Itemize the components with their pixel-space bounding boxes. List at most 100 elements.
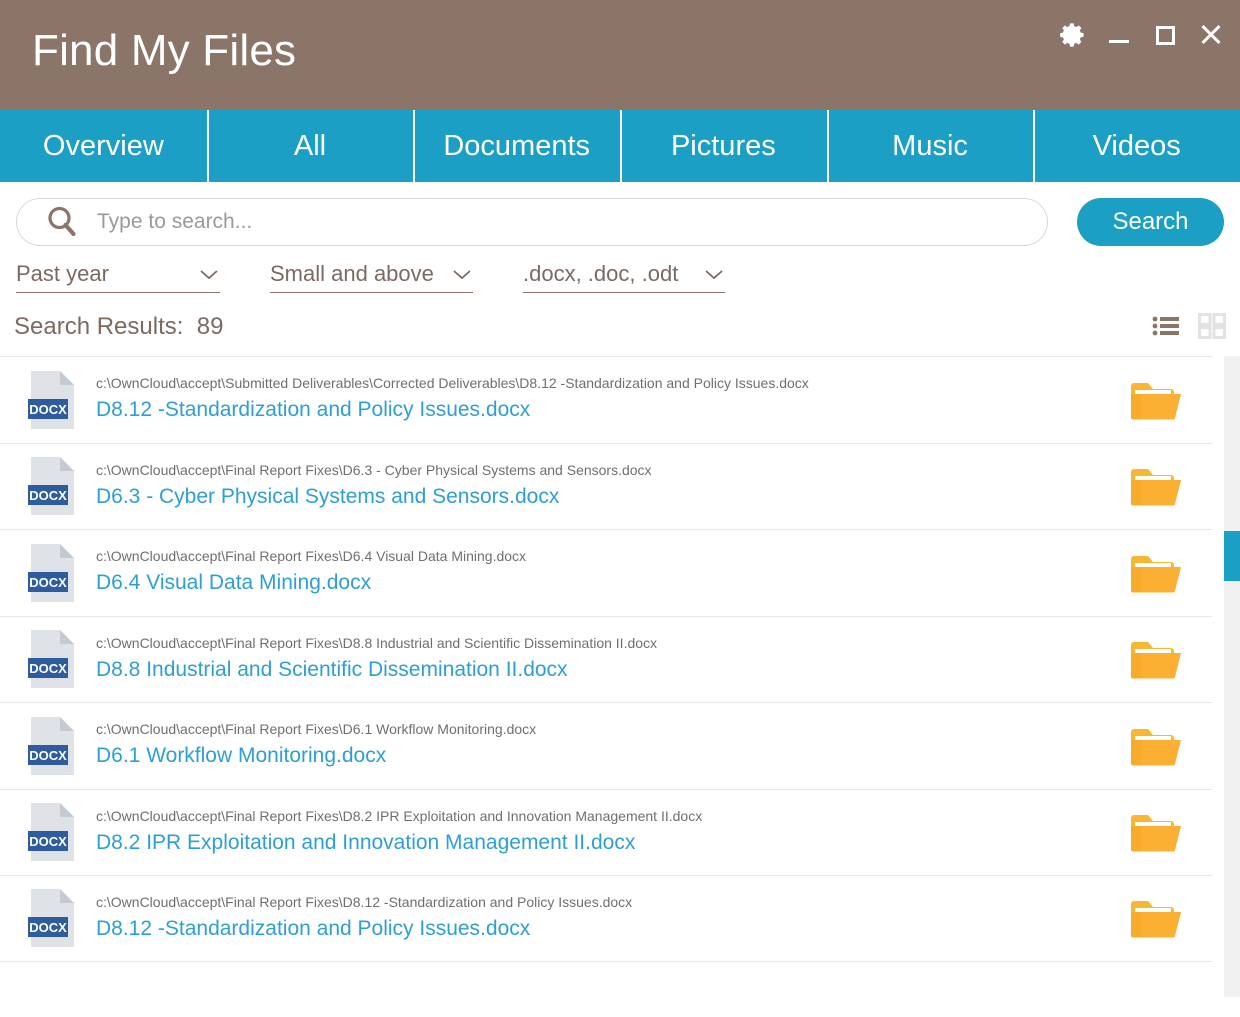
folder-icon <box>1131 901 1181 938</box>
scrollbar-track[interactable] <box>1224 356 1240 997</box>
open-folder-button[interactable] <box>1129 464 1183 508</box>
results-count: Search Results: 89 <box>14 313 223 341</box>
docx-file-icon: DOCX <box>28 716 74 775</box>
svg-text:DOCX: DOCX <box>29 575 67 590</box>
open-folder-button[interactable] <box>1129 378 1183 422</box>
table-row[interactable]: DOCX c:\OwnCloud\accept\Final Report Fix… <box>0 615 1212 702</box>
tab-all[interactable]: All <box>206 110 414 182</box>
size-filter-value: Small and above <box>270 261 434 286</box>
tab-music[interactable]: Music <box>826 110 1034 182</box>
docx-file-icon: DOCX <box>28 889 74 948</box>
open-folder-cell <box>1116 378 1196 422</box>
tab-label: Videos <box>1092 129 1181 162</box>
file-name-link[interactable]: D6.4 Visual Data Mining.docx <box>96 568 1116 598</box>
docx-file-icon: DOCX <box>28 457 74 516</box>
file-name-link[interactable]: D6.1 Workflow Monitoring.docx <box>96 741 1116 771</box>
file-type-icon: DOCX <box>14 887 90 949</box>
file-info: c:\OwnCloud\accept\Final Report Fixes\D8… <box>90 807 1116 858</box>
scrollbar-thumb[interactable] <box>1224 531 1240 581</box>
file-info: c:\OwnCloud\accept\Final Report Fixes\D8… <box>90 634 1116 685</box>
minimize-icon <box>1109 39 1129 43</box>
file-name-link[interactable]: D6.3 - Cyber Physical Systems and Sensor… <box>96 482 1116 512</box>
folder-icon <box>1131 642 1181 679</box>
file-path: c:\OwnCloud\accept\Final Report Fixes\D6… <box>96 721 537 738</box>
svg-text:DOCX: DOCX <box>29 488 67 503</box>
open-folder-cell <box>1116 896 1196 940</box>
chevron-down-icon <box>705 270 723 280</box>
tab-overview[interactable]: Overview <box>0 110 207 182</box>
table-row[interactable]: DOCX c:\OwnCloud\accept\Final Report Fix… <box>0 442 1212 529</box>
docx-file-icon: DOCX <box>28 630 74 689</box>
search-button[interactable]: Search <box>1077 198 1224 246</box>
tab-label: Overview <box>42 129 164 162</box>
table-row[interactable]: DOCX c:\OwnCloud\accept\Final Report Fix… <box>0 702 1212 789</box>
list-icon <box>1152 316 1179 336</box>
open-folder-button[interactable] <box>1129 551 1183 595</box>
file-name-link[interactable]: D8.12 -Standardization and Policy Issues… <box>96 914 1116 944</box>
file-name-link[interactable]: D8.2 IPR Exploitation and Innovation Man… <box>96 828 1116 858</box>
file-name-link[interactable]: D8.12 -Standardization and Policy Issues… <box>96 395 1116 425</box>
tab-label: Documents <box>443 129 591 162</box>
file-info: c:\OwnCloud\accept\Final Report Fixes\D6… <box>90 720 1116 771</box>
svg-text:DOCX: DOCX <box>29 834 67 849</box>
search-input[interactable] <box>97 210 1047 234</box>
file-path: c:\OwnCloud\accept\Final Report Fixes\D8… <box>96 634 658 651</box>
results-list: DOCX c:\OwnCloud\accept\Submitted Delive… <box>0 356 1212 962</box>
table-row[interactable]: DOCX c:\OwnCloud\accept\Final Report Fix… <box>0 529 1212 616</box>
search-area: Search Past year Small and above .docx, … <box>0 182 1240 304</box>
list-view-button[interactable] <box>1152 314 1180 338</box>
minimize-button[interactable] <box>1104 20 1134 50</box>
table-row[interactable]: DOCX c:\OwnCloud\accept\Final Report Fix… <box>0 788 1212 875</box>
file-name-link[interactable]: D8.8 Industrial and Scientific Dissemina… <box>96 655 1116 685</box>
filetype-filter-value: .docx, .doc, .odt <box>523 261 679 286</box>
search-box[interactable] <box>16 198 1048 246</box>
results-label: Search Results: <box>14 313 184 340</box>
date-filter-value: Past year <box>16 261 109 286</box>
settings-button[interactable] <box>1058 20 1088 50</box>
search-icon <box>48 206 76 237</box>
docx-file-icon: DOCX <box>28 803 74 862</box>
file-path: c:\OwnCloud\accept\Submitted Deliverable… <box>96 375 809 392</box>
app-title: Find My Files <box>32 26 297 75</box>
open-folder-button[interactable] <box>1129 637 1183 681</box>
tab-label: Music <box>892 129 968 162</box>
date-filter[interactable]: Past year <box>16 261 220 293</box>
results-scrollbar <box>1212 356 1240 997</box>
open-folder-button[interactable] <box>1129 724 1183 768</box>
open-folder-cell <box>1116 810 1196 854</box>
maximize-icon <box>1155 25 1175 45</box>
maximize-button[interactable] <box>1150 20 1180 50</box>
file-path: c:\OwnCloud\accept\Final Report Fixes\D8… <box>96 893 633 910</box>
folder-icon <box>1131 382 1181 420</box>
grid-icon <box>1198 313 1226 339</box>
open-folder-button[interactable] <box>1129 810 1183 854</box>
open-folder-cell <box>1116 551 1196 595</box>
file-path: c:\OwnCloud\accept\Final Report Fixes\D8… <box>96 807 703 824</box>
results-header: Search Results: 89 <box>0 304 1240 356</box>
view-toggle <box>1152 313 1226 339</box>
file-type-icon: DOCX <box>14 542 90 604</box>
svg-text:DOCX: DOCX <box>29 748 67 763</box>
grid-view-button[interactable] <box>1198 313 1226 339</box>
window-controls <box>1058 20 1226 50</box>
tab-pictures[interactable]: Pictures <box>620 110 827 182</box>
size-filter[interactable]: Small and above <box>270 261 473 293</box>
file-type-icon: DOCX <box>14 369 90 431</box>
tab-label: All <box>293 129 327 162</box>
tab-documents[interactable]: Documents <box>413 110 620 199</box>
chevron-down-icon <box>200 270 218 280</box>
file-info: c:\OwnCloud\accept\Final Report Fixes\D6… <box>90 461 1116 512</box>
file-type-icon: DOCX <box>14 801 90 863</box>
filetype-filter[interactable]: .docx, .doc, .odt <box>523 261 725 293</box>
open-folder-button[interactable] <box>1129 896 1183 940</box>
filter-row: Past year Small and above .docx, .doc, .… <box>16 261 725 293</box>
table-row[interactable]: DOCX c:\OwnCloud\accept\Final Report Fix… <box>0 875 1212 962</box>
docx-file-icon: DOCX <box>28 370 74 429</box>
svg-text:DOCX: DOCX <box>29 661 67 676</box>
tab-videos[interactable]: Videos <box>1033 110 1240 182</box>
close-button[interactable] <box>1196 20 1226 50</box>
folder-icon <box>1131 555 1181 593</box>
open-folder-cell <box>1116 637 1196 681</box>
open-folder-cell <box>1116 724 1196 768</box>
table-row[interactable]: DOCX c:\OwnCloud\accept\Submitted Delive… <box>0 356 1212 443</box>
